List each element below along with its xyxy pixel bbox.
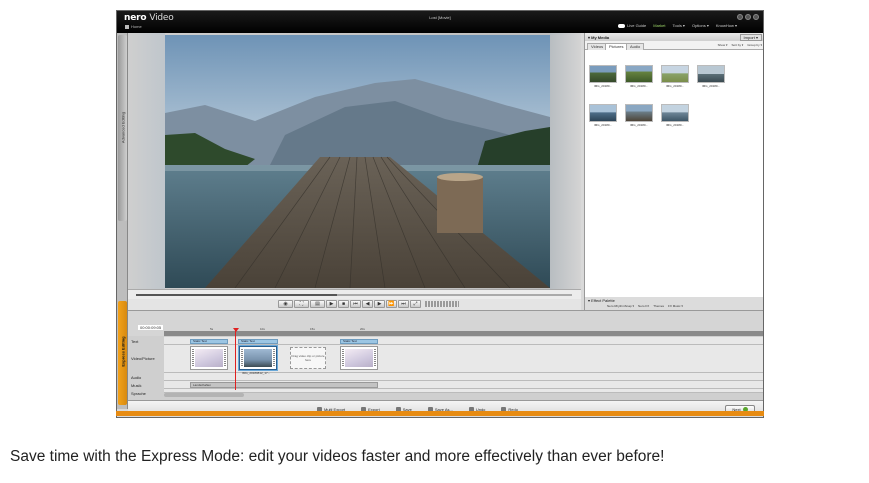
track-label-voice: Sprache [131,391,146,396]
video-clip[interactable] [340,346,378,370]
video-clip[interactable] [190,346,228,370]
preview-next-frame [550,33,581,289]
scrubber-progress [136,294,337,296]
home-button[interactable]: Home [125,24,142,29]
import-button[interactable]: Import ▾ [739,34,762,41]
media-thumbnail[interactable]: IMG_20180... [697,65,725,88]
accent-bar [116,411,764,416]
advanced-editing-tab[interactable]: Advanced Editing [118,35,127,221]
home-icon [125,24,129,29]
to-end-button[interactable]: ⏭ [398,300,409,308]
knowhow-menu[interactable]: KnowHow ▾ [716,23,737,28]
minimize-icon[interactable] [745,14,751,20]
timeline: 00:00:09:05 5s 10s 15s 20s Text Video/Pi… [128,310,763,400]
volume-slider[interactable] [425,301,459,307]
fx-music-button[interactable]: FX Music ▾ [668,304,683,308]
market-link[interactable]: Market [653,23,665,28]
timecode: 00:00:09:05 [138,325,164,330]
rhythmsnap-button[interactable]: Nero RhythmSnap ▾ [607,304,634,308]
top-menu: Live Guide Market Tools ▾ Options ▾ Know… [618,23,737,28]
snapshot-button[interactable]: ◉ [278,300,293,308]
tools-menu[interactable]: Tools ▾ [672,23,684,28]
preview-image [165,35,550,288]
music-clip[interactable]: Landschaften [190,382,378,388]
media-thumbnail[interactable]: IMG_20180... [625,65,653,88]
express-editing-tab[interactable]: Express Editing [118,301,127,405]
toggle-icon [618,23,626,28]
effect-palette-header[interactable]: ▾ Effect Palette [588,298,615,303]
help-icon[interactable] [737,14,743,20]
to-start-button[interactable]: ⏮ [350,300,361,308]
track-label-audio: Audio [131,375,142,380]
rewind-button[interactable]: ◀ [362,300,373,308]
nero-fx-button[interactable]: Nero FX [638,304,649,308]
my-media-header: ▾ My Media Import ▾ [585,33,763,41]
fast-forward-button[interactable]: ⏩ [386,300,397,308]
scrubber-track[interactable] [136,294,572,296]
effect-palette-toolbar: Nero RhythmSnap ▾ Nero FX Themes FX Musi… [607,304,683,308]
title-bar: nero Video Home Lost [Movie] Live Guide M… [117,11,763,33]
playhead[interactable] [233,328,239,390]
show-dropdown[interactable]: Show ▾ [718,43,728,47]
track-label-text: Text [131,339,139,344]
text-clip[interactable]: Static Text [238,339,278,344]
window-controls [737,14,759,20]
preview-scrubber[interactable] [128,289,581,299]
track-label-music: Musik [131,383,142,388]
nero-video-window: nero Video Home Lost [Movie] Live Guide M… [116,10,764,418]
media-tabs: Videos Pictures Audio Show ▾ Sort by ▾ G… [585,41,763,50]
view-button[interactable]: ▤ [310,300,325,308]
fullscreen-button[interactable]: ⤢ [410,300,421,308]
play-button[interactable]: ▶ [326,300,337,308]
preview-area [128,33,581,289]
mode-strip: Advanced Editing Express Editing [117,33,128,409]
aspect-button[interactable]: ⛶ [294,300,309,308]
promo-caption: Save time with the Express Mode: edit yo… [10,448,665,465]
clip-drop-zone[interactable]: Drag video clip or picture here [290,347,326,369]
clip-caption: IMG_20180812_17... [242,371,271,375]
options-menu[interactable]: Options ▾ [692,23,709,28]
tab-audio[interactable]: Audio [626,43,645,50]
stop-button[interactable]: ■ [338,300,349,308]
effect-palette: ▾ Effect Palette Nero RhythmSnap ▾ Nero … [584,297,763,310]
group-by-dropdown[interactable]: Group by ▾ [747,43,762,47]
my-media-panel: ▾ My Media Import ▾ Videos Pictures Audi… [584,33,763,297]
media-thumbnail[interactable]: IMG_20180... [625,104,653,127]
media-thumbnail[interactable]: IMG_20180... [589,65,617,88]
themes-button[interactable]: Themes [653,304,664,308]
media-thumbnail[interactable]: IMG_20180... [661,65,689,88]
tab-pictures[interactable]: Pictures [605,43,628,50]
timeline-ruler: 00:00:09:05 5s 10s 15s 20s [128,311,763,336]
track-voice[interactable] [164,389,763,393]
media-sort-options: Show ▾ Sort by ▾ Group by ▾ [718,43,762,47]
time-scale[interactable] [164,331,763,336]
text-clip[interactable]: Static Text [190,339,228,344]
sort-by-dropdown[interactable]: Sort by ▾ [731,43,743,47]
playback-controls: ◉ ⛶ ▤ ▶ ■ ⏮ ◀ ▶ ⏩ ⏭ ⤢ [128,299,581,310]
window-title: Lost [Movie] [429,15,451,20]
text-clip[interactable]: Static Text [340,339,378,344]
close-icon[interactable] [753,14,759,20]
media-thumbnail[interactable]: IMG_20180... [589,104,617,127]
media-thumbnail[interactable]: IMG_20180... [661,104,689,127]
preview-previous-frame [128,33,165,289]
video-clip-selected[interactable] [239,346,277,370]
live-guide-toggle[interactable]: Live Guide [618,23,646,28]
step-forward-button[interactable]: ▶ [374,300,385,308]
track-label-video: Video/Picture [131,356,155,361]
timeline-scrollbar[interactable] [164,393,244,397]
preview-frame[interactable] [165,35,550,288]
